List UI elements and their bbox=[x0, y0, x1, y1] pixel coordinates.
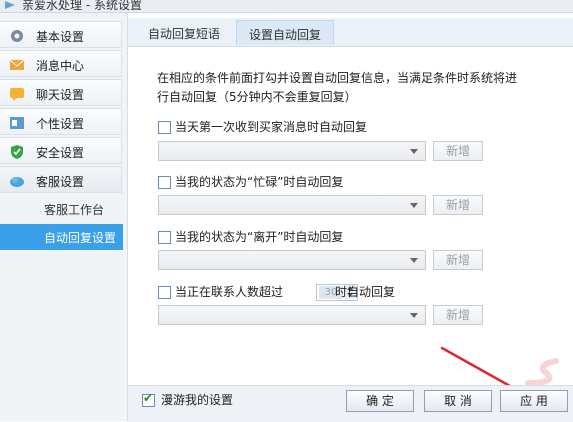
sidebar-item-label: 安全设置 bbox=[36, 146, 85, 160]
option-label-suffix: 时自动回复 bbox=[335, 285, 396, 299]
settings-panel: 自动回复短语 设置自动回复 在相应的条件前面打勾并设置自动回复信息，当满足条件时… bbox=[128, 13, 573, 422]
first-message-reply-select[interactable] bbox=[158, 141, 426, 161]
tab-auto-reply-phrases[interactable]: 自动回复短语 bbox=[138, 20, 233, 45]
sidebar-item-personal-settings[interactable]: 个性设置 bbox=[0, 108, 122, 135]
option-label: 当正在联系人数超过 bbox=[175, 285, 284, 299]
away-reply-select[interactable] bbox=[158, 250, 426, 270]
sidebar-subitem-service-workbench[interactable]: 客服工作台 bbox=[0, 196, 123, 222]
cloud-icon bbox=[10, 177, 24, 187]
chevron-down-icon bbox=[410, 258, 418, 263]
roam-settings-label: 漫游我的设置 bbox=[161, 393, 234, 407]
away-status-checkbox[interactable] bbox=[158, 231, 171, 244]
sidebar: 基本设置 消息中心 聊天设置 个性设置 安全设置 客服设置 客服工作台 自动回复… bbox=[0, 13, 128, 421]
add-button[interactable]: 新增 bbox=[433, 195, 483, 215]
sidebar-item-label: 个性设置 bbox=[36, 117, 85, 131]
sidebar-item-chat-settings[interactable]: 聊天设置 bbox=[0, 79, 122, 106]
contact-count-reply-select[interactable] bbox=[158, 305, 426, 325]
apply-button[interactable]: 应 用 bbox=[500, 390, 568, 412]
profile-icon bbox=[10, 117, 24, 129]
option-label: 当天第一次收到买家消息时自动回复 bbox=[175, 120, 368, 134]
shield-icon bbox=[11, 145, 23, 159]
chevron-down-icon bbox=[410, 203, 418, 208]
app-icon bbox=[5, 1, 15, 9]
chevron-down-icon bbox=[410, 313, 418, 318]
sidebar-subitem-label: 自动回复设置 bbox=[44, 231, 117, 245]
sidebar-item-security-settings[interactable]: 安全设置 bbox=[0, 137, 122, 164]
envelope-icon bbox=[9, 59, 25, 70]
option-label: 当我的状态为“离开”时自动回复 bbox=[175, 230, 344, 244]
option-label: 当我的状态为“忙碌”时自动回复 bbox=[175, 175, 344, 189]
chevron-down-icon bbox=[410, 149, 418, 154]
sidebar-item-basic-settings[interactable]: 基本设置 bbox=[0, 21, 122, 48]
sidebar-item-customer-service[interactable]: 客服设置 bbox=[0, 166, 122, 193]
sidebar-item-label: 消息中心 bbox=[36, 59, 85, 73]
add-button[interactable]: 新增 bbox=[433, 250, 483, 270]
roam-settings-checkbox[interactable]: ✔ bbox=[142, 391, 155, 407]
tab-label: 设置自动回复 bbox=[249, 28, 322, 42]
contact-count-checkbox[interactable] bbox=[158, 286, 171, 299]
cancel-button[interactable]: 取 消 bbox=[424, 390, 492, 412]
tab-label: 自动回复短语 bbox=[148, 27, 221, 41]
sidebar-item-message-center[interactable]: 消息中心 bbox=[0, 50, 122, 77]
sidebar-item-label: 基本设置 bbox=[36, 30, 85, 44]
add-button[interactable]: 新增 bbox=[433, 141, 483, 161]
footer-bar: ✔ 漫游我的设置 确 定 取 消 应 用 bbox=[128, 385, 573, 422]
sidebar-item-label: 客服设置 bbox=[36, 175, 85, 189]
sidebar-subitem-auto-reply[interactable]: 自动回复设置 bbox=[0, 224, 123, 250]
busy-status-checkbox[interactable] bbox=[158, 176, 171, 189]
chat-icon bbox=[10, 88, 24, 101]
busy-reply-select[interactable] bbox=[158, 195, 426, 215]
title-bar: 亲爱水处理 - 系统设置 bbox=[0, 0, 573, 13]
tab-bar: 自动回复短语 设置自动回复 bbox=[128, 18, 573, 47]
checkmark-icon: ✔ bbox=[143, 391, 154, 405]
description-text: 在相应的条件前面打勾并设置自动回复信息，当满足条件时系统将进行自动回复（5分钟内… bbox=[157, 71, 518, 104]
tab-set-auto-reply[interactable]: 设置自动回复 bbox=[236, 20, 334, 45]
sidebar-item-label: 聊天设置 bbox=[36, 88, 85, 102]
first-message-checkbox[interactable] bbox=[158, 121, 171, 134]
ok-button[interactable]: 确 定 bbox=[346, 390, 414, 412]
add-button[interactable]: 新增 bbox=[433, 305, 483, 325]
window-title: 亲爱水处理 - 系统设置 bbox=[22, 0, 142, 12]
sidebar-subitem-label: 客服工作台 bbox=[44, 203, 105, 217]
gear-icon bbox=[11, 30, 23, 42]
